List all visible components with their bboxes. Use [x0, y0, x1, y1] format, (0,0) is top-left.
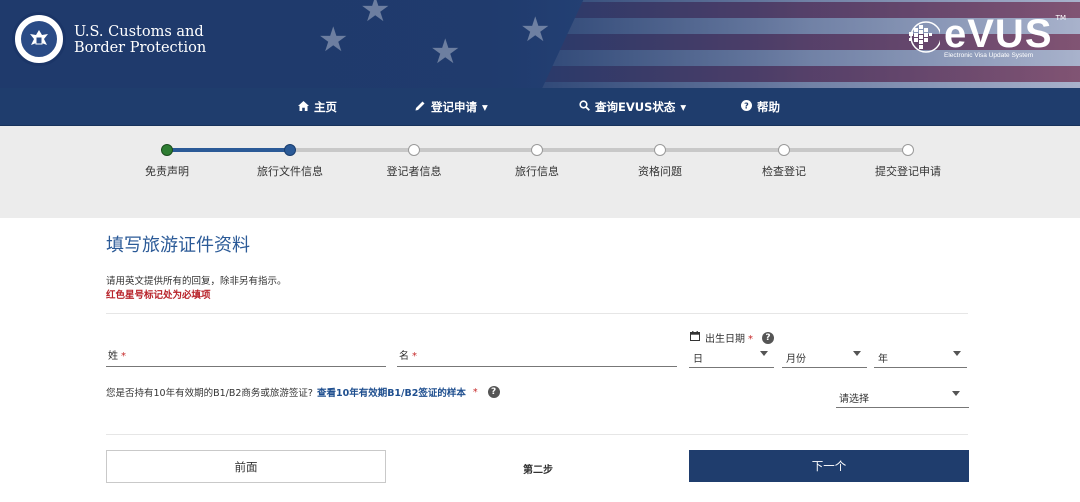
- step-dot: [408, 144, 420, 156]
- evus-logo[interactable]: eVUS TM Electronic Visa Update System: [906, 12, 1066, 68]
- agency-name[interactable]: U.S. Customs and Border Protection: [74, 24, 206, 56]
- visa-answer-select[interactable]: 请选择: [836, 384, 969, 408]
- search-icon: [579, 100, 590, 114]
- pencil-icon: [415, 100, 426, 114]
- visa-question: 您是否持有10年有效期的B1/B2商务或旅游签证? 查看10年有效期B1/B2签…: [106, 385, 500, 399]
- site-header: ★ ★ ★ ★ U.S. Customs and Border Protecti…: [0, 0, 1080, 88]
- visa-question-text: 您是否持有10年有效期的B1/B2商务或旅游签证?: [106, 388, 313, 399]
- step-label: 旅行信息: [515, 165, 559, 178]
- chevron-down-icon: [952, 391, 960, 396]
- help-icon[interactable]: ?: [487, 386, 500, 398]
- surname-label: 姓 *: [108, 351, 126, 362]
- step-label: 提交登记申请: [875, 165, 941, 178]
- visa-sample-link[interactable]: 查看10年有效期B1/B2签证的样本: [317, 385, 466, 399]
- step-dot: [654, 144, 666, 156]
- divider: [106, 434, 968, 435]
- nav-item-register[interactable]: 登记申请 ▾: [415, 99, 488, 115]
- chevron-down-icon: [760, 351, 768, 356]
- required-asterisk: *: [121, 351, 126, 362]
- required-asterisk: *: [472, 386, 478, 398]
- step-label: 免责声明: [145, 165, 189, 178]
- dob-day-select[interactable]: 日: [689, 344, 774, 368]
- agency-line-1: U.S. Customs and: [74, 24, 204, 40]
- next-button[interactable]: 下一个: [689, 450, 969, 482]
- dob-year-select[interactable]: 年: [874, 344, 967, 368]
- agency-line-2: Border Protection: [74, 40, 207, 56]
- previous-button[interactable]: 前面: [106, 450, 386, 483]
- nav-item-help[interactable]: ? 帮助: [741, 99, 780, 115]
- evus-subtitle: Electronic Visa Update System: [944, 52, 1034, 59]
- trademark-mark: TM: [1055, 14, 1066, 22]
- chevron-down-icon: [953, 351, 961, 356]
- step-label: 检查登记: [762, 165, 806, 178]
- progress-stepper: 免责声明 旅行文件信息 登记者信息 旅行信息 资格问题 检查登记 提交登记申请: [0, 126, 1080, 218]
- calendar-icon: [690, 331, 700, 344]
- progress-track-complete: [168, 148, 290, 152]
- star-icon: ★: [520, 10, 551, 50]
- help-icon: ?: [741, 100, 752, 114]
- nav-item-check-status[interactable]: 查询EVUS状态 ▾: [579, 99, 686, 115]
- step-label: 资格问题: [638, 165, 682, 178]
- nav-item-check-status-label: 查询EVUS状态: [595, 100, 676, 114]
- star-icon: ★: [318, 20, 349, 60]
- dhs-seal-logo[interactable]: [12, 12, 66, 66]
- dob-month-select[interactable]: 月份: [782, 344, 867, 368]
- dob-label: 出生日期 * ?: [690, 330, 774, 345]
- required-note: 红色星号标记处为必填项: [106, 290, 211, 301]
- star-icon: ★: [430, 32, 461, 72]
- svg-text:?: ?: [744, 102, 749, 111]
- divider: [106, 313, 968, 314]
- step-dot: [284, 144, 296, 156]
- dob-year-value: 年: [878, 354, 888, 365]
- step-dot: [778, 144, 790, 156]
- eagle-icon: [19, 19, 59, 59]
- evus-wordmark: eVUS: [944, 12, 1053, 56]
- step-label: 旅行文件信息: [257, 165, 323, 178]
- step-dot: [161, 144, 173, 156]
- home-icon: [298, 100, 309, 114]
- nav-item-home[interactable]: 主页: [298, 99, 337, 115]
- given-name-field[interactable]: 名 *: [397, 341, 677, 367]
- step-dot: [902, 144, 914, 156]
- dob-month-value: 月份: [786, 354, 806, 365]
- step-label: 登记者信息: [386, 165, 442, 178]
- given-name-label: 名 *: [399, 351, 417, 362]
- chevron-down-icon: [853, 351, 861, 356]
- required-asterisk: *: [412, 351, 417, 362]
- chevron-down-icon: ▾: [482, 100, 488, 114]
- main-nav: 主页 登记申请 ▾ 查询EVUS状态 ▾ ? 帮助: [0, 88, 1080, 126]
- chevron-down-icon: ▾: [680, 100, 687, 114]
- star-icon: ★: [360, 0, 391, 30]
- dob-day-value: 日: [693, 354, 703, 365]
- nav-item-home-label: 主页: [314, 100, 337, 114]
- page-title: 填写旅游证件资料: [106, 235, 250, 256]
- step-indicator: 第二步: [523, 465, 553, 476]
- nav-item-help-label: 帮助: [757, 100, 780, 114]
- nav-item-register-label: 登记申请: [431, 100, 477, 114]
- visa-answer-value: 请选择: [839, 394, 869, 405]
- step-dot: [531, 144, 543, 156]
- pixel-globe-icon: [909, 21, 940, 53]
- instructions-text: 请用英文提供所有的回复，除非另有指示。: [106, 276, 287, 287]
- surname-field[interactable]: 姓 *: [106, 341, 386, 367]
- help-icon[interactable]: ?: [762, 331, 774, 344]
